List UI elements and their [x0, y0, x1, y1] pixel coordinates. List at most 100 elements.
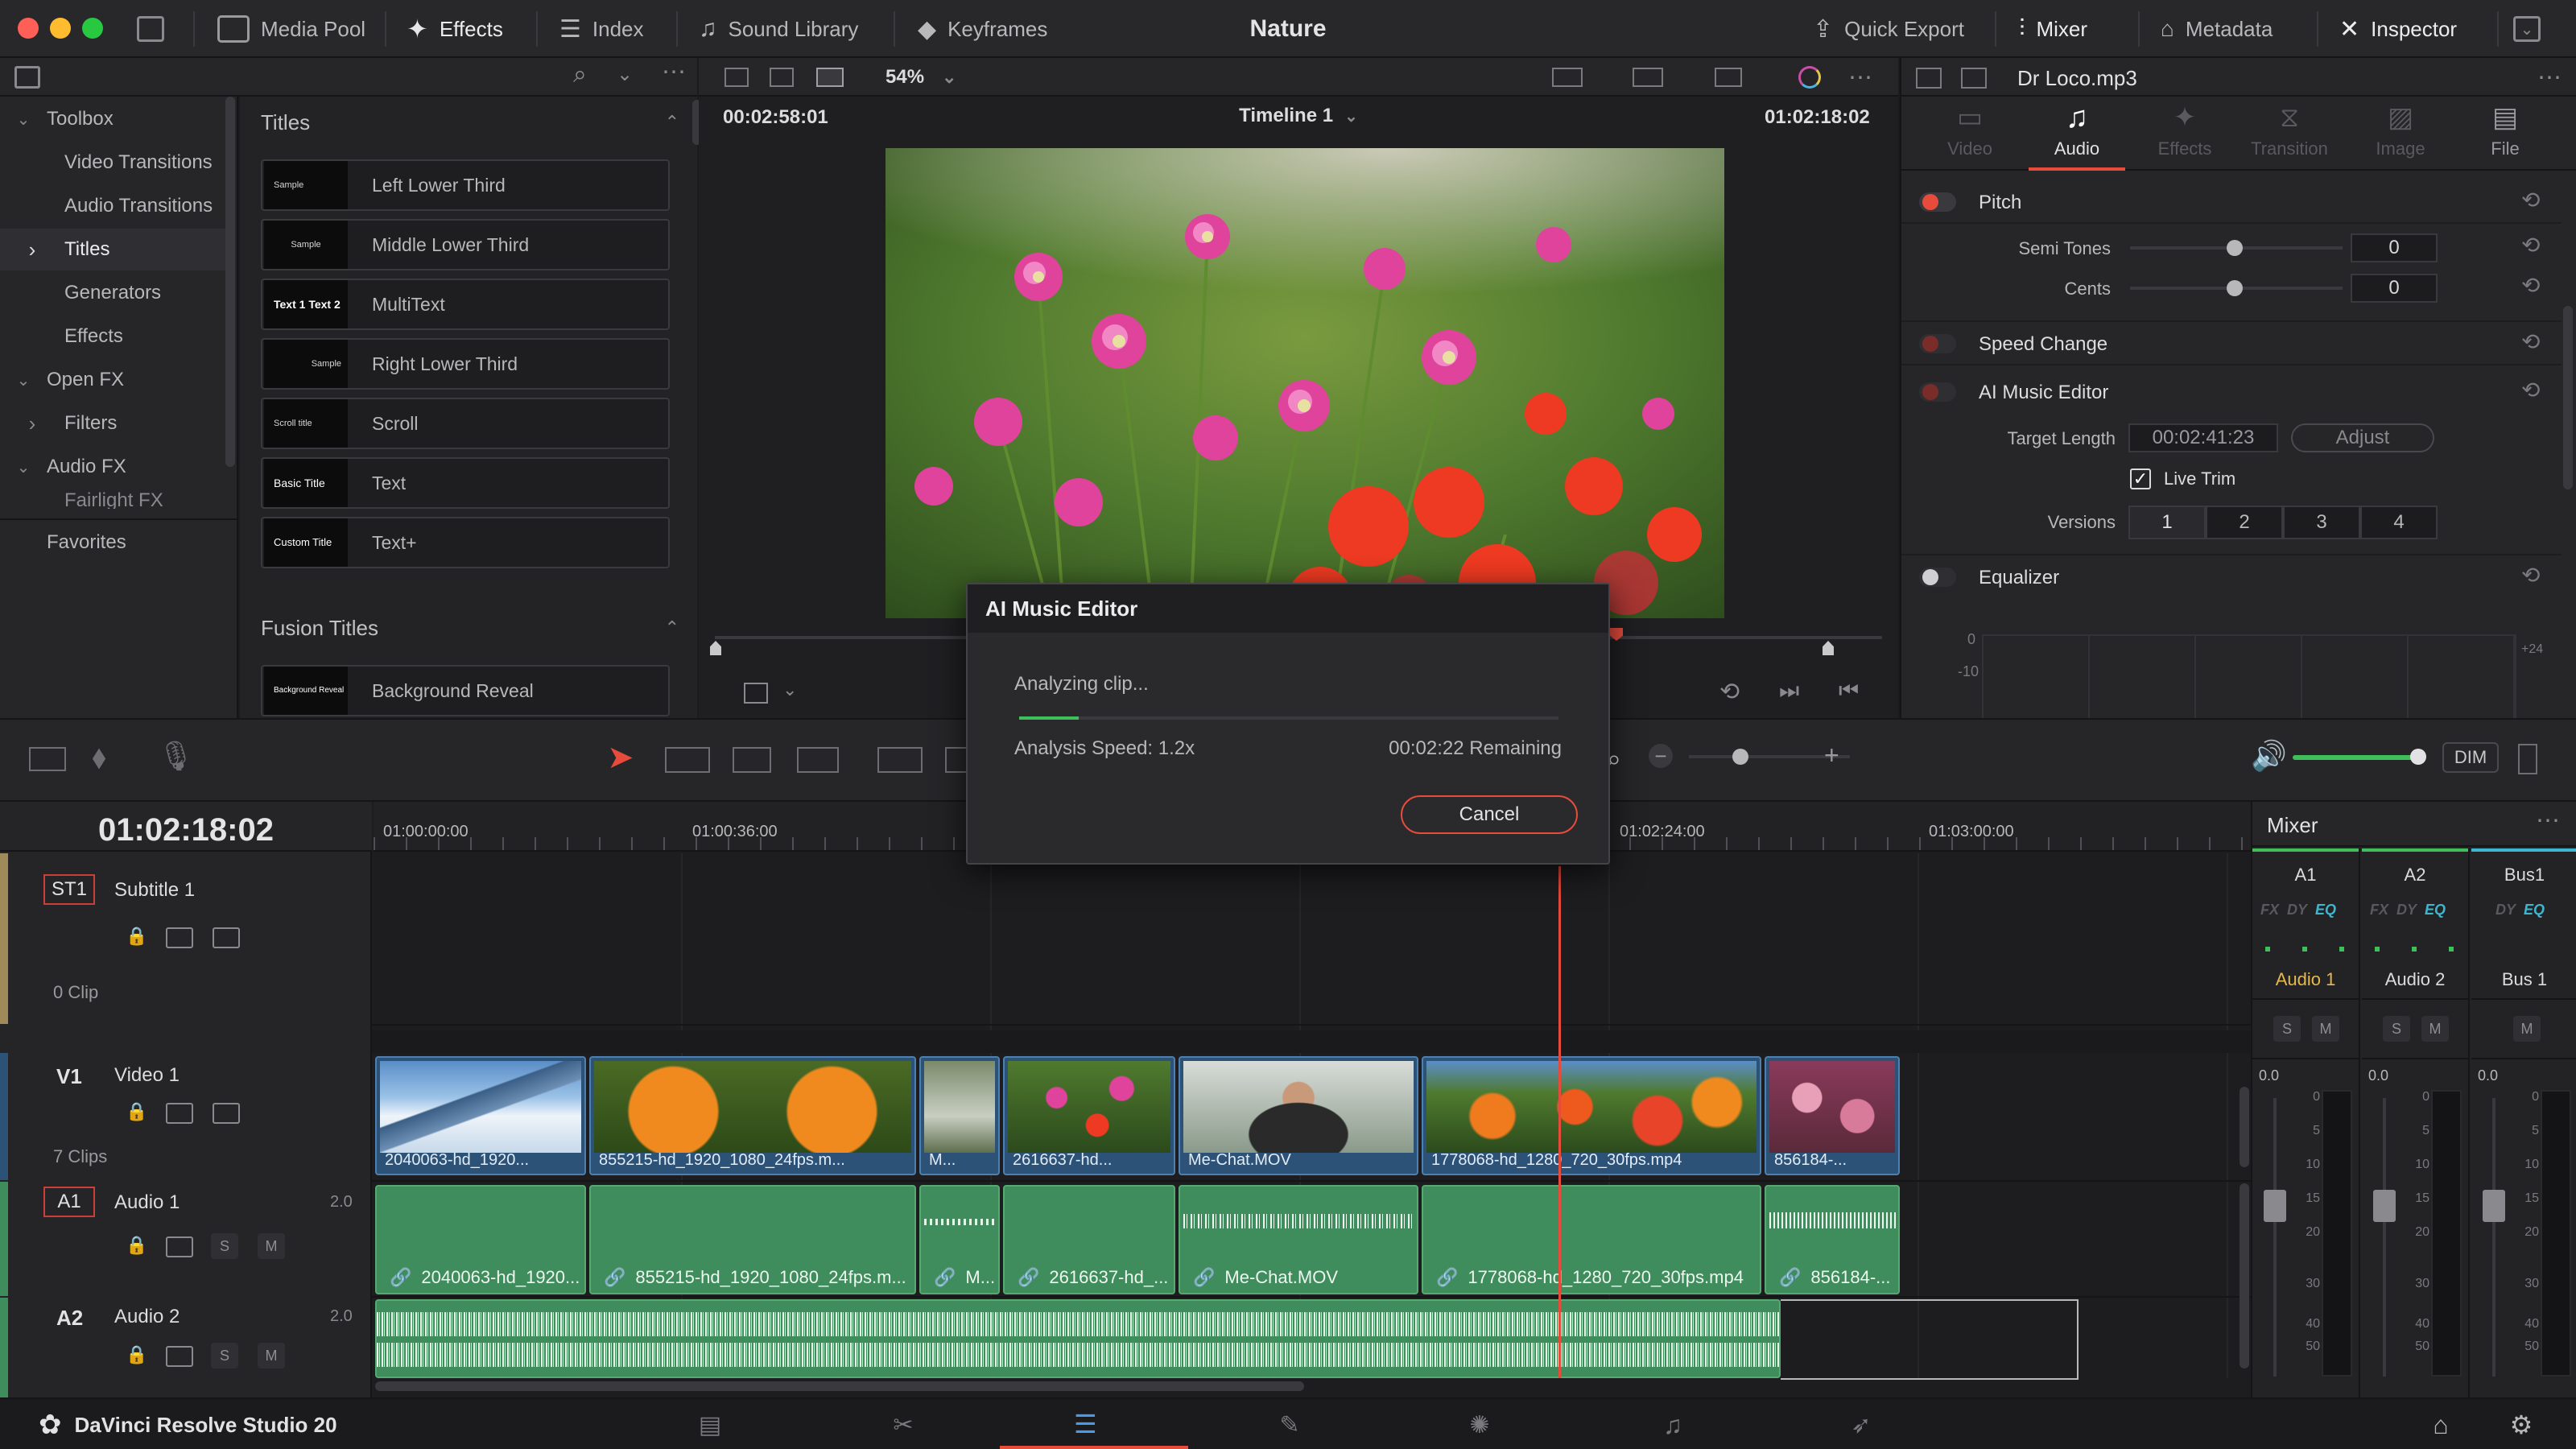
dual-viewer-icon[interactable] [770, 68, 794, 87]
fader-handle[interactable] [2373, 1190, 2396, 1222]
timeline-horizontal-scrollbar[interactable] [375, 1381, 1304, 1391]
more-options-icon[interactable]: ⋯ [2536, 807, 2560, 835]
video-clip[interactable]: 2616637-hd... [1003, 1056, 1175, 1175]
edit-page-tab[interactable]: ☰ [1000, 1399, 1188, 1449]
close-window-button[interactable] [18, 18, 39, 39]
solo-button[interactable]: S [211, 1233, 238, 1259]
mute-button[interactable]: M [2421, 1016, 2449, 1042]
tree-item-audio-fx[interactable]: ⌄ Audio FX [0, 446, 225, 488]
mute-button[interactable]: M [2312, 1016, 2339, 1042]
cut-page-icon[interactable]: ✂ [881, 1409, 926, 1441]
audio-clip[interactable]: 🔗 856184-... [1765, 1185, 1900, 1294]
ai-music-editor-toggle[interactable] [1919, 382, 1956, 402]
zoom-slider-knob[interactable] [1732, 749, 1748, 765]
deliver-page-icon[interactable]: ➶ [1843, 1409, 1879, 1441]
title-item-background-reveal[interactable]: Background Reveal Background Reveal [261, 665, 670, 716]
mixer-fx-row[interactable]: FX DY EQ [2260, 902, 2336, 919]
lock-icon[interactable]: 🔒 [126, 1235, 147, 1256]
sidebar-toggle-icon[interactable] [14, 66, 40, 89]
audio-clip[interactable]: 🔗 855215-hd_1920_1080_24fps.m... [589, 1185, 916, 1294]
version-2-button[interactable]: 2 [2206, 506, 2283, 539]
audio-clip[interactable]: 🔗 1778068-hd_1280_720_30fps.mp4 [1422, 1185, 1761, 1294]
inspector-scrollbar[interactable] [2563, 306, 2573, 489]
mixer-fx-row[interactable]: FX DY EQ [2370, 902, 2446, 919]
mute-button[interactable]: M [258, 1233, 285, 1259]
mute-button[interactable]: M [2513, 1016, 2541, 1042]
title-item-right-lower-third[interactable]: Sample Right Lower Third [261, 338, 670, 390]
selection-pointer-icon[interactable]: ➤ [607, 739, 634, 776]
viewer-layout-icon[interactable] [816, 68, 844, 87]
split-icon[interactable] [1961, 68, 1987, 89]
sound-library-button[interactable]: ♫ Sound Library [699, 0, 858, 58]
solo-button[interactable]: S [211, 1343, 238, 1368]
cancel-button[interactable]: Cancel [1401, 795, 1578, 834]
trim-edit-icon[interactable] [665, 747, 710, 773]
minimize-window-button[interactable] [50, 18, 71, 39]
insert-clip-icon[interactable] [877, 747, 923, 773]
toolbox-scrollbar[interactable] [225, 97, 235, 467]
cents-input[interactable]: 0 [2351, 274, 2438, 303]
audio-clip[interactable]: 🔗 M... [919, 1185, 1000, 1294]
crop-icon[interactable] [744, 683, 768, 704]
lock-icon[interactable]: 🔒 [126, 1101, 147, 1122]
video-track-scrollbar[interactable] [2240, 1087, 2249, 1167]
microphone-icon[interactable]: 🎙 [158, 739, 195, 773]
fader-handle[interactable] [2264, 1190, 2286, 1222]
auto-select-icon[interactable] [166, 1103, 193, 1124]
reset-icon[interactable]: ⟲ [2521, 232, 2540, 258]
track-id-st1[interactable]: ST1 [43, 874, 95, 905]
tab-audio[interactable]: ♫ Audio [2029, 97, 2125, 171]
volume-slider[interactable] [2293, 755, 2421, 760]
previous-frame-icon[interactable]: ⏮ [1839, 678, 1859, 704]
maximize-window-button[interactable] [82, 18, 103, 39]
title-item-left-lower-third[interactable]: Sample Left Lower Third [261, 159, 670, 211]
single-viewer-icon[interactable] [724, 68, 749, 87]
dim-button[interactable]: DIM [2442, 742, 2499, 773]
snapping-icon[interactable]: ⬧ [92, 739, 106, 775]
chevron-down-icon[interactable]: ⌄ [617, 63, 633, 86]
subtitle-icon[interactable] [213, 927, 240, 948]
title-item-multitext[interactable]: Text 1 Text 2 MultiText [261, 279, 670, 330]
target-length-input[interactable]: 00:02:41:23 [2128, 423, 2278, 452]
zoom-out-icon[interactable]: − [1649, 744, 1673, 768]
transform-icon[interactable] [1715, 68, 1742, 87]
keyframes-button[interactable]: ◆ Keyframes [918, 0, 1047, 58]
video-clip[interactable]: Me-Chat.MOV [1179, 1056, 1418, 1175]
tree-item-titles[interactable]: › Titles [0, 229, 225, 270]
film-icon[interactable] [213, 1103, 240, 1124]
fairlight-page-icon[interactable]: ♫ [1655, 1409, 1690, 1441]
metadata-button[interactable]: ⌂ Metadata [2161, 0, 2273, 58]
tab-file[interactable]: ▤ File [2457, 97, 2553, 171]
tab-transition[interactable]: ⧖ Transition [2233, 97, 2346, 171]
zoom-dropdown[interactable]: 54% ⌄ [886, 58, 956, 97]
safe-area-icon[interactable] [1552, 68, 1583, 87]
quick-export-button[interactable]: ⇪ Quick Export [1813, 0, 1964, 58]
settings-gear-icon[interactable]: ⚙ [2504, 1409, 2539, 1441]
eq-graph[interactable] [1982, 634, 2516, 718]
reset-icon[interactable]: ⟲ [2521, 272, 2540, 299]
tab-effects[interactable]: ✦ Effects [2136, 97, 2233, 171]
more-options-icon[interactable]: ⋯ [2537, 58, 2562, 97]
audio-clip[interactable]: 🔗 Me-Chat.MOV [1179, 1185, 1418, 1294]
pitch-toggle[interactable] [1919, 192, 1956, 212]
tab-video[interactable]: ▭ Video [1926, 97, 2014, 171]
live-trim-checkbox[interactable]: ✓ [2130, 469, 2151, 489]
next-frame-icon[interactable]: ⏭ [1779, 678, 1799, 704]
slider-knob[interactable] [2227, 240, 2243, 256]
lock-icon[interactable]: 🔒 [126, 926, 147, 947]
in-point-handle[interactable] [710, 641, 721, 655]
track-id-a1[interactable]: A1 [43, 1187, 95, 1217]
version-3-button[interactable]: 3 [2283, 506, 2360, 539]
tree-item-effects[interactable]: Effects [0, 316, 225, 357]
favorites-item[interactable]: Favorites [0, 522, 225, 564]
reset-icon[interactable]: ⟲ [2521, 562, 2540, 588]
semi-tones-input[interactable]: 0 [2351, 233, 2438, 262]
search-icon[interactable]: ⌕ [573, 61, 587, 89]
fusion-titles-section-header[interactable]: Fusion Titles ⌃ [261, 612, 679, 644]
lock-icon[interactable]: 🔒 [126, 1344, 147, 1365]
track-name-audio-1[interactable]: Audio 1 [114, 1191, 180, 1214]
collapse-icon[interactable]: ⌄ [2513, 16, 2541, 42]
solo-button[interactable]: S [2383, 1016, 2410, 1042]
blade-edit-icon[interactable] [733, 747, 771, 773]
version-1-button[interactable]: 1 [2128, 506, 2206, 539]
